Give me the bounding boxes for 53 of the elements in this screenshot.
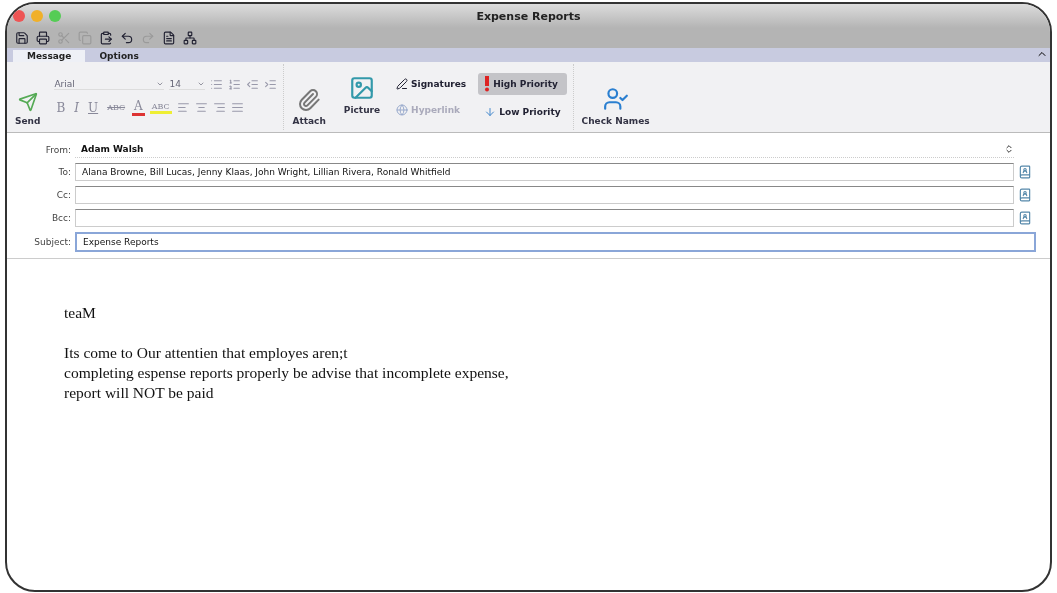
address-book-icon xyxy=(1018,165,1032,179)
ribbon-tab[interactable]: Message xyxy=(13,50,86,62)
body-paragraph: Its come to Our attentien that employes aren;t completing espense reports properly be advise that incomplete expense, report will NOT be paid xyxy=(64,343,510,403)
caret-icon xyxy=(197,80,206,88)
justify-icon xyxy=(230,101,244,114)
field-label: Subject: xyxy=(33,237,71,247)
caret-icon xyxy=(156,80,165,88)
address-book-icon xyxy=(1018,211,1032,225)
address-field[interactable] xyxy=(75,186,1014,204)
signatures-button[interactable]: Signatures xyxy=(390,75,473,93)
numbered-list-icon xyxy=(228,78,242,91)
body-paragraph: teaM xyxy=(64,303,97,323)
field-label: Cc: xyxy=(55,190,71,200)
outdent-icon xyxy=(246,78,260,91)
address-field[interactable]: Alana Browne, Bill Lucas, Jenny Klaas, John Wright, Lillian Rivera, Ronald Whitfield xyxy=(75,163,1014,181)
window-title: Expense Reports xyxy=(476,9,581,23)
bullet-list-icon xyxy=(210,78,224,91)
paste-icon[interactable] xyxy=(99,31,113,45)
low-priority-button[interactable]: Low Priority xyxy=(478,103,567,121)
close-button[interactable] xyxy=(13,10,25,22)
field-label: To: xyxy=(57,167,71,177)
paperclip-icon xyxy=(297,88,322,112)
address-field[interactable] xyxy=(75,209,1014,227)
field-label: From: xyxy=(44,144,71,155)
picture-button[interactable]: Picture xyxy=(339,75,385,119)
globe-icon xyxy=(396,104,409,116)
font-dropdown[interactable]: Arial xyxy=(54,79,165,90)
send-icon xyxy=(17,92,38,112)
pen-icon xyxy=(396,78,409,90)
high-priority-button[interactable]: High Priority xyxy=(478,73,567,95)
field-label: Bcc: xyxy=(50,213,71,223)
align-center-icon xyxy=(194,101,208,114)
from-field[interactable]: Adam Walsh xyxy=(75,141,1014,158)
save-icon[interactable] xyxy=(15,31,29,45)
indent-icon xyxy=(264,78,278,91)
network-icon[interactable] xyxy=(183,31,197,45)
align-right-icon xyxy=(212,101,226,114)
document-icon[interactable] xyxy=(162,31,176,45)
subject-field[interactable]: Expense Reports xyxy=(75,232,1036,252)
address-book-icon xyxy=(1018,188,1032,202)
check-names-button[interactable]: Check Names xyxy=(577,64,654,130)
size-dropdown[interactable]: 14 xyxy=(169,79,206,90)
down-arrow-icon xyxy=(484,106,497,118)
align-left-icon xyxy=(176,101,190,114)
printer-icon[interactable] xyxy=(36,31,50,45)
ribbon-tab[interactable]: Options xyxy=(85,50,153,62)
attach-button[interactable]: Attach xyxy=(288,64,330,130)
person-check-icon xyxy=(602,86,629,112)
picture-icon xyxy=(348,75,375,101)
undo-icon[interactable] xyxy=(120,31,134,45)
stepper-icon xyxy=(1004,144,1014,154)
send-button[interactable]: Send xyxy=(11,64,45,130)
exclamation-icon xyxy=(484,76,491,92)
